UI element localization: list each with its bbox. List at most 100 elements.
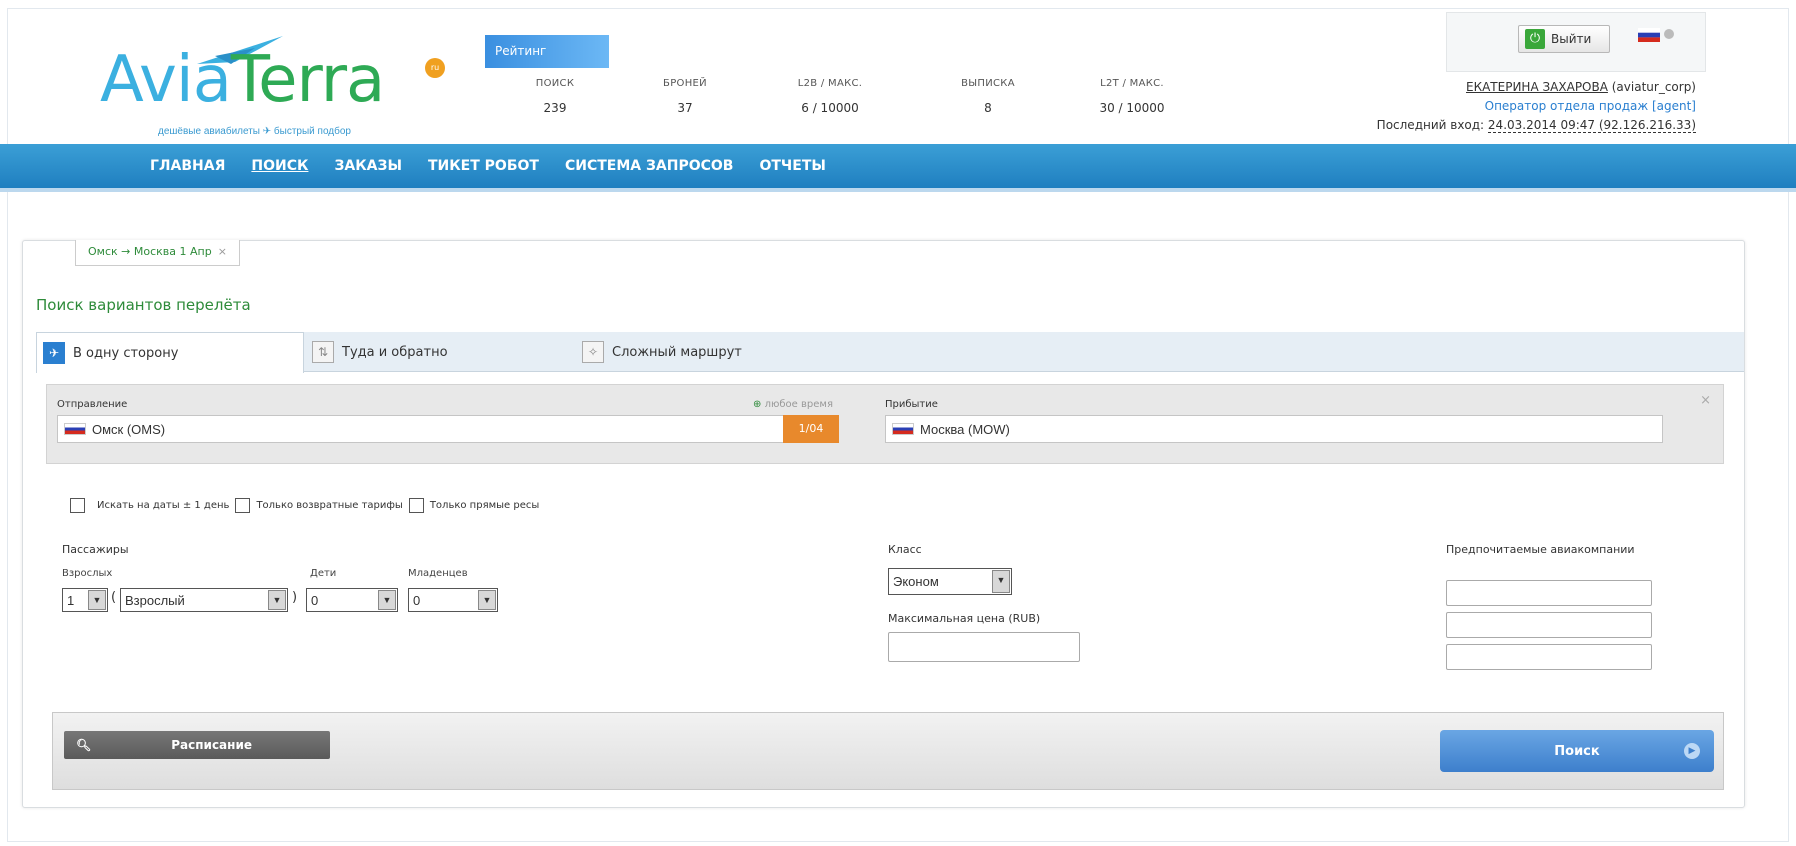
logo-terra: Terra bbox=[230, 43, 385, 117]
last-login-label: Последний вход: bbox=[1376, 118, 1488, 132]
route-block: Отправление ⊕ любое время Омск (OMS) 1/0… bbox=[46, 384, 1724, 464]
tab-complex-route[interactable]: ✧ Сложный маршрут bbox=[576, 332, 876, 372]
close-icon[interactable]: × bbox=[1700, 393, 1711, 408]
airline-input-1[interactable] bbox=[1446, 580, 1652, 606]
nav-item-request-system[interactable]: СИСТЕМА ЗАПРОСОВ bbox=[565, 158, 734, 174]
adult-type-value: Взрослый bbox=[125, 592, 185, 608]
trip-type-tabs: ✈ В одну сторону ⇅ Туда и обратно ✧ Слож… bbox=[36, 332, 1744, 373]
search-button-label: Поиск bbox=[1554, 743, 1600, 759]
paren-close: ) bbox=[292, 590, 298, 605]
departure-label: Отправление bbox=[57, 399, 128, 410]
plus-icon: ⊕ bbox=[753, 399, 762, 410]
plane-icon: ✈ bbox=[43, 342, 65, 364]
user-info: ЕКАТЕРИНА ЗАХАРОВА (aviatur_corp) Операт… bbox=[1377, 78, 1696, 135]
airline-input-3[interactable] bbox=[1446, 644, 1652, 670]
stat-l2b: L2B / МАКС. 6 / 10000 bbox=[770, 78, 890, 115]
nav-item-ticket-robot[interactable]: ТИКЕТ РОБОТ bbox=[428, 158, 539, 174]
airline-input-2[interactable] bbox=[1446, 612, 1652, 638]
children-label: Дети bbox=[310, 568, 337, 579]
nav-item-home[interactable]: ГЛАВНАЯ bbox=[150, 158, 225, 174]
russian-flag-icon[interactable] bbox=[1638, 28, 1660, 42]
max-price-label: Максимальная цена (RUB) bbox=[888, 612, 1041, 625]
adults-label: Взрослых bbox=[62, 568, 113, 579]
tab-one-way[interactable]: ✈ В одну сторону bbox=[36, 332, 304, 373]
ru-badge: ru bbox=[425, 58, 445, 78]
paren-open: ( bbox=[111, 590, 117, 605]
checkbox-dates-flex[interactable] bbox=[70, 498, 85, 513]
logo-tagline: дешёвые авиабилеты ✈ быстрый подбор bbox=[158, 126, 351, 137]
arrival-label: Прибытие bbox=[885, 399, 938, 410]
user-login: (aviatur_corp) bbox=[1607, 80, 1696, 94]
adults-select[interactable]: 1 ▼ bbox=[62, 588, 108, 612]
stat-value: 30 / 10000 bbox=[1099, 101, 1165, 115]
max-price-input[interactable] bbox=[888, 632, 1080, 662]
children-value: 0 bbox=[311, 592, 319, 608]
round-trip-icon: ⇅ bbox=[312, 341, 334, 363]
children-select[interactable]: 0 ▼ bbox=[306, 588, 398, 612]
departure-input[interactable]: Омск (OMS) bbox=[57, 415, 785, 443]
main-nav: ГЛАВНАЯ ПОИСК ЗАКАЗЫ ТИКЕТ РОБОТ СИСТЕМА… bbox=[0, 144, 1796, 192]
nav-item-search[interactable]: ПОИСК bbox=[251, 158, 308, 174]
last-login-value: 24.03.2014 09:47 (92.126.216.33) bbox=[1487, 118, 1696, 133]
arrow-right-icon: ▶ bbox=[1684, 743, 1700, 759]
checkbox-direct[interactable] bbox=[408, 498, 424, 513]
search-options: Искать на даты ± 1 день Только возвратны… bbox=[70, 498, 539, 513]
route-tab[interactable]: Омск → Москва 1 Апр × bbox=[75, 240, 240, 266]
stat-value: 8 bbox=[984, 101, 992, 115]
any-time-label: любое время bbox=[764, 399, 833, 410]
arrival-input[interactable]: Москва (MOW) bbox=[885, 415, 1663, 443]
stat-label: L2T / МАКС. bbox=[1100, 78, 1164, 89]
logo-avia: Avia bbox=[100, 43, 232, 117]
search-button[interactable]: Поиск ▶ bbox=[1440, 730, 1714, 772]
chevron-down-icon: ▼ bbox=[992, 570, 1010, 593]
logout-label: Выйти bbox=[1551, 32, 1592, 46]
tab-label: Туда и обратно bbox=[342, 344, 448, 360]
departure-value: Омск (OMS) bbox=[92, 421, 166, 437]
power-icon: ⏻ bbox=[1525, 29, 1545, 49]
checkbox-label: Искать на даты ± 1 день bbox=[97, 500, 230, 511]
class-value: Эконом bbox=[893, 574, 939, 589]
tab-label: В одну сторону bbox=[73, 345, 179, 361]
schedule-label: Расписание bbox=[171, 738, 252, 752]
complex-route-icon: ✧ bbox=[582, 341, 604, 363]
search-title: Поиск вариантов перелёта bbox=[36, 296, 251, 314]
chevron-down-icon: ▼ bbox=[268, 590, 286, 610]
last-login: Последний вход: 24.03.2014 09:47 (92.126… bbox=[1377, 116, 1696, 135]
nav-item-orders[interactable]: ЗАКАЗЫ bbox=[334, 158, 402, 174]
russian-flag-icon bbox=[64, 423, 86, 435]
route-tab-close-icon[interactable]: × bbox=[218, 245, 227, 258]
stat-bookings: БРОНЕЙ 37 bbox=[625, 78, 745, 115]
infants-value: 0 bbox=[413, 592, 421, 608]
rating-button[interactable]: Рейтинг bbox=[485, 35, 609, 68]
user-name-link[interactable]: ЕКАТЕРИНА ЗАХАРОВА bbox=[1466, 80, 1608, 94]
stat-label: ПОИСК bbox=[535, 78, 575, 89]
language-radio-icon[interactable] bbox=[1664, 29, 1674, 39]
russian-flag-icon bbox=[892, 423, 914, 435]
date-picker[interactable]: 1/04 bbox=[783, 415, 839, 443]
checkbox-label: Только прямые ресы bbox=[429, 500, 540, 511]
stat-issued: ВЫПИСКА 8 bbox=[928, 78, 1048, 115]
chevron-down-icon: ▼ bbox=[378, 590, 396, 610]
adult-type-select[interactable]: Взрослый ▼ bbox=[120, 588, 288, 612]
logo[interactable]: AviaTerra ru дешёвые авиабилеты ✈ быстры… bbox=[100, 30, 460, 140]
infants-select[interactable]: 0 ▼ bbox=[408, 588, 498, 612]
stat-value: 239 bbox=[543, 101, 567, 115]
class-label: Класс bbox=[888, 543, 922, 556]
schedule-button[interactable]: 🔍︎ Расписание bbox=[64, 731, 330, 759]
stat-label: ВЫПИСКА bbox=[961, 78, 1015, 89]
chevron-down-icon: ▼ bbox=[88, 590, 106, 610]
logout-button[interactable]: ⏻ Выйти bbox=[1518, 25, 1610, 53]
adults-value: 1 bbox=[67, 592, 75, 608]
class-select[interactable]: Эконом ▼ bbox=[888, 568, 1012, 595]
stat-label: БРОНЕЙ bbox=[663, 78, 707, 89]
stat-label: L2B / МАКС. bbox=[797, 78, 863, 89]
any-time-link[interactable]: ⊕ любое время bbox=[753, 399, 833, 410]
stat-search: ПОИСК 239 bbox=[495, 78, 615, 115]
nav-item-reports[interactable]: ОТЧЕТЫ bbox=[759, 158, 825, 174]
stat-value: 6 / 10000 bbox=[801, 101, 859, 115]
tab-round-trip[interactable]: ⇅ Туда и обратно bbox=[306, 332, 540, 372]
route-tab-label: Омск → Москва 1 Апр bbox=[88, 245, 212, 258]
infants-label: Младенцев bbox=[408, 568, 468, 579]
checkbox-refundable[interactable] bbox=[235, 498, 251, 513]
user-role: Оператор отдела продаж [agent] bbox=[1484, 99, 1696, 113]
